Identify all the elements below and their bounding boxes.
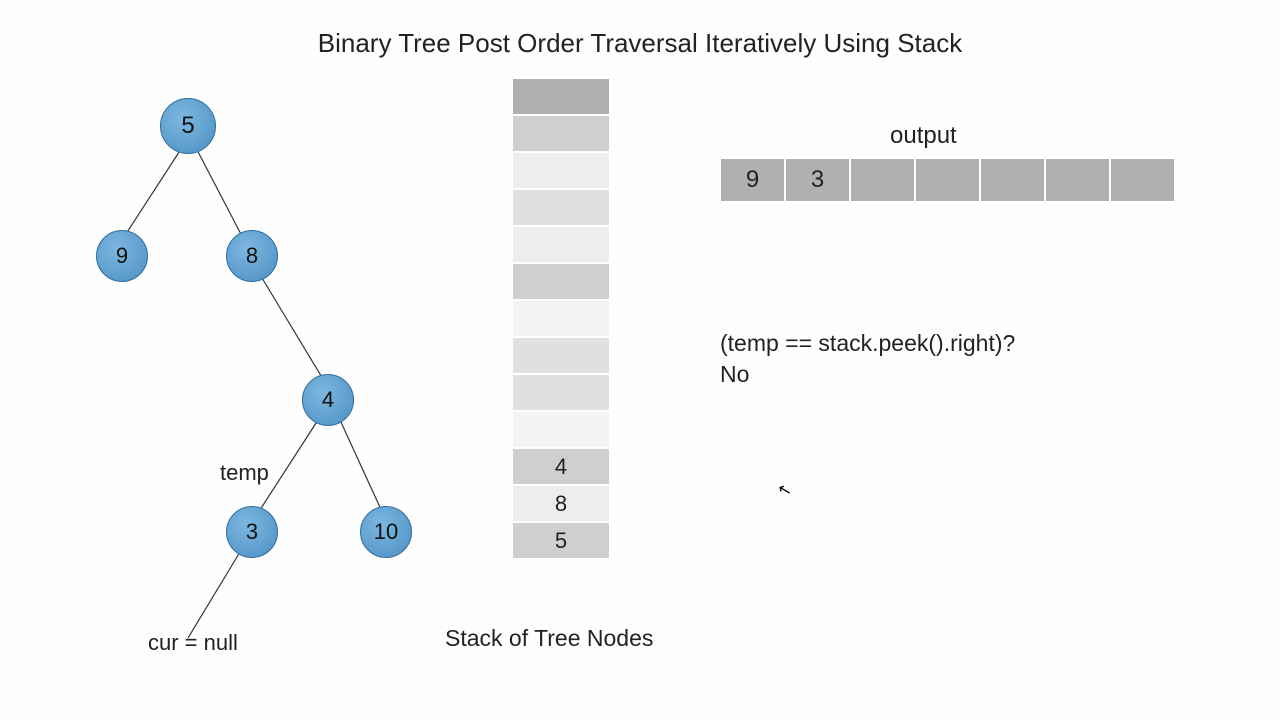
- edge-5-8: [195, 146, 244, 240]
- stack-cell: [512, 78, 610, 115]
- binary-tree: 5 9 8 4 3 10 temp cur = null: [40, 90, 460, 660]
- cursor-icon: ↖: [776, 479, 794, 502]
- stack-cell: [512, 263, 610, 300]
- edge-3-leaf: [188, 552, 240, 638]
- tree-node-10: 10: [360, 506, 412, 558]
- stack-cell: [512, 152, 610, 189]
- output-cell: [1045, 158, 1110, 202]
- edge-8-4: [262, 278, 326, 384]
- stack-cell: [512, 189, 610, 226]
- label-temp: temp: [220, 460, 269, 486]
- tree-node-9: 9: [96, 230, 148, 282]
- stack-cell: 5: [512, 522, 610, 559]
- stack-cell: [512, 115, 610, 152]
- condition-line-2: No: [720, 359, 1015, 390]
- edge-4-10: [340, 420, 384, 516]
- tree-node-3: 3: [226, 506, 278, 558]
- stack-cell: [512, 374, 610, 411]
- output-cell: [850, 158, 915, 202]
- output-cell: 3: [785, 158, 850, 202]
- stack-cell: [512, 300, 610, 337]
- stack-cell: [512, 226, 610, 263]
- tree-node-4: 4: [302, 374, 354, 426]
- condition-text: (temp == stack.peek().right)? No: [720, 328, 1015, 390]
- tree-node-8: 8: [226, 230, 278, 282]
- output-row: 93: [720, 158, 1175, 202]
- edge-5-9: [122, 146, 183, 240]
- output-label: output: [890, 122, 957, 150]
- stack-cell: [512, 337, 610, 374]
- page-title: Binary Tree Post Order Traversal Iterati…: [0, 28, 1280, 59]
- output-cell: [980, 158, 1045, 202]
- label-cur: cur = null: [148, 630, 238, 656]
- condition-line-1: (temp == stack.peek().right)?: [720, 328, 1015, 359]
- stack-column: 485: [512, 78, 610, 559]
- tree-node-5: 5: [160, 98, 216, 154]
- output-cell: 9: [720, 158, 785, 202]
- stack-cell: 8: [512, 485, 610, 522]
- stack-caption: Stack of Tree Nodes: [445, 625, 653, 652]
- stack-cell: [512, 411, 610, 448]
- stack-cell: 4: [512, 448, 610, 485]
- output-cell: [915, 158, 980, 202]
- output-cell: [1110, 158, 1175, 202]
- tree-edges: [40, 90, 460, 660]
